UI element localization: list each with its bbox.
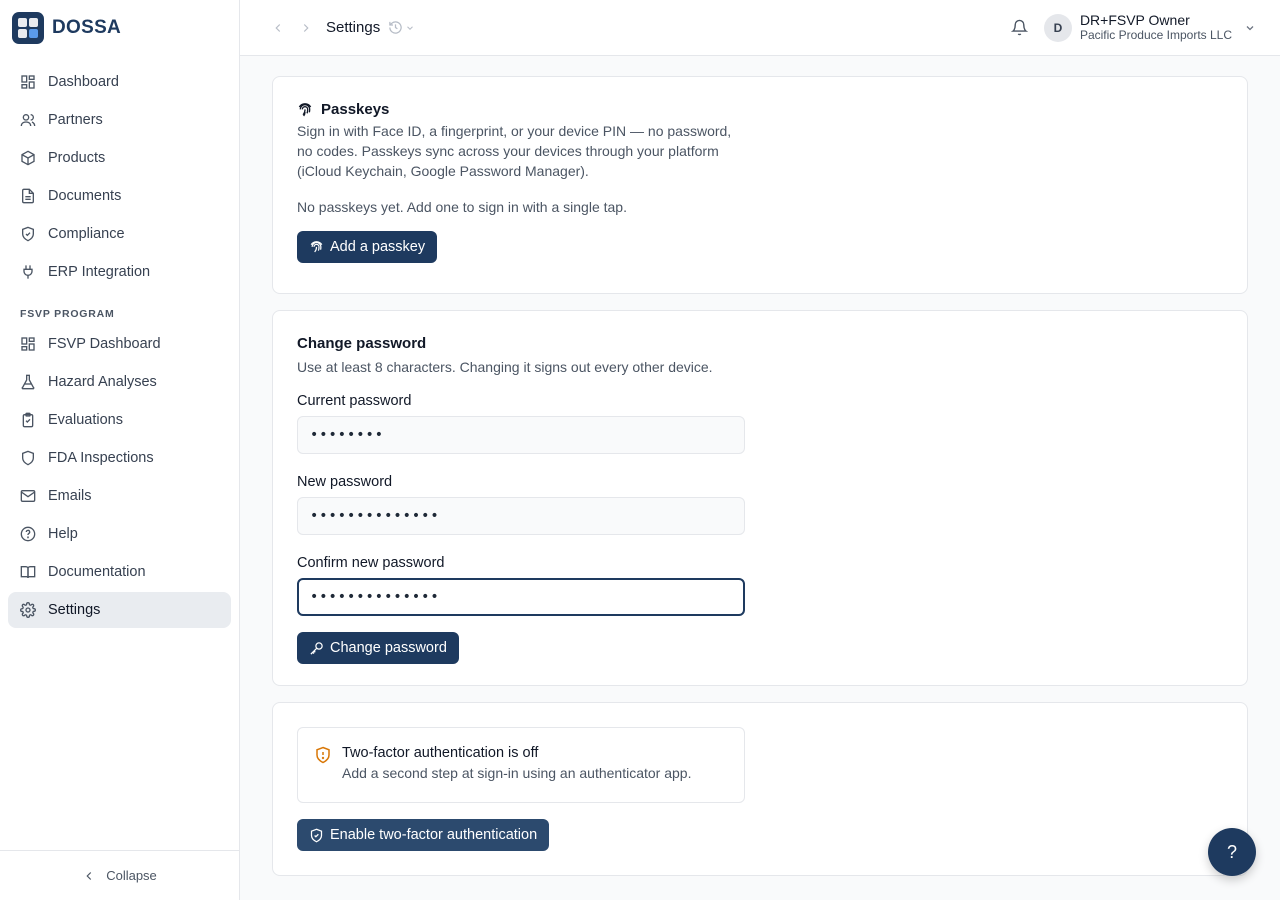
- dashboard-icon: [20, 336, 36, 352]
- fingerprint-icon: [297, 102, 313, 118]
- sidebar-item-settings[interactable]: Settings: [8, 592, 231, 628]
- box-icon: [20, 150, 36, 166]
- sidebar-item-hazard-analyses[interactable]: Hazard Analyses: [8, 364, 231, 400]
- users-icon: [20, 112, 36, 128]
- sidebar-item-documentation[interactable]: Documentation: [8, 554, 231, 590]
- shield-check-icon: [309, 828, 324, 843]
- sidebar-item-label: Documents: [48, 188, 122, 204]
- two-factor-alert-title: Two-factor authentication is off: [342, 745, 539, 761]
- sidebar-item-products[interactable]: Products: [8, 140, 231, 176]
- passkeys-heading: Passkeys: [297, 101, 1223, 118]
- two-factor-status-alert: Two-factor authentication is off Add a s…: [297, 727, 745, 803]
- change-password-title: Change password: [297, 335, 427, 352]
- help-fab-button[interactable]: ?: [1208, 828, 1256, 876]
- brand[interactable]: DOSSA: [0, 0, 239, 56]
- mail-icon: [20, 488, 36, 504]
- sidebar-item-label: Evaluations: [48, 412, 123, 428]
- sidebar-item-label: Compliance: [48, 226, 125, 242]
- sidebar-item-evaluations[interactable]: Evaluations: [8, 402, 231, 438]
- sidebar-item-fda-inspections[interactable]: FDA Inspections: [8, 440, 231, 476]
- sidebar-item-label: Dashboard: [48, 74, 119, 90]
- sidebar-item-help[interactable]: Help: [8, 516, 231, 552]
- sidebar-item-erp-integration[interactable]: ERP Integration: [8, 254, 231, 290]
- sidebar-item-dashboard[interactable]: Dashboard: [8, 64, 231, 100]
- flask-icon: [20, 374, 36, 390]
- clipboard-icon: [20, 412, 36, 428]
- confirm-password-label: Confirm new password: [297, 555, 445, 571]
- collapse-button[interactable]: Collapse: [0, 850, 239, 900]
- sidebar-item-label: Help: [48, 526, 78, 542]
- book-icon: [20, 564, 36, 580]
- passkeys-empty-note: No passkeys yet. Add one to sign in with…: [297, 199, 627, 215]
- current-password-label: Current password: [297, 393, 412, 409]
- forward-arrow-icon[interactable]: [292, 21, 320, 35]
- change-password-label: Change password: [330, 640, 447, 656]
- chevron-down-icon: [405, 23, 415, 33]
- sidebar-item-label: Hazard Analyses: [48, 374, 157, 390]
- shield-icon: [20, 450, 36, 466]
- history-icon: [388, 20, 403, 35]
- sidebar-item-label: FDA Inspections: [48, 450, 154, 466]
- topbar: Settings D DR+FSVP Owner Pacific Produce…: [240, 0, 1280, 56]
- sidebar-item-label: Documentation: [48, 564, 146, 580]
- enable-two-factor-button[interactable]: Enable two-factor authentication: [297, 819, 550, 851]
- confirm-password-input[interactable]: [297, 578, 745, 616]
- gear-icon: [20, 602, 36, 618]
- sidebar-item-label: Products: [48, 150, 106, 166]
- sidebar-section-label: FSVP PROGRAM: [20, 308, 115, 320]
- brand-name: DOSSA: [52, 17, 122, 38]
- user-name: DR+FSVP Owner: [1079, 12, 1190, 28]
- sidebar-item-label: Emails: [48, 488, 92, 504]
- sidebar-item-label: Partners: [48, 112, 103, 128]
- notifications-bell-icon[interactable]: [1010, 19, 1028, 36]
- two-factor-alert-description: Add a second step at sign-in using an au…: [342, 765, 692, 781]
- document-icon: [20, 188, 36, 204]
- change-password-description: Use at least 8 characters. Changing it s…: [297, 359, 713, 375]
- avatar[interactable]: D: [1043, 13, 1072, 42]
- sidebar-item-partners[interactable]: Partners: [8, 102, 231, 138]
- sidebar-item-emails[interactable]: Emails: [8, 478, 231, 514]
- help-circle-icon: [20, 526, 36, 542]
- passkeys-title: Passkeys: [321, 101, 390, 118]
- add-passkey-label: Add a passkey: [330, 239, 426, 255]
- key-icon: [309, 641, 324, 656]
- current-password-input[interactable]: [297, 416, 745, 454]
- settings-content: Passkeys Sign in with Face ID, a fingerp…: [240, 56, 1280, 900]
- two-factor-card: Two-factor authentication is off Add a s…: [272, 702, 1248, 876]
- sidebar-item-documents[interactable]: Documents: [8, 178, 231, 214]
- change-password-card: Change password Use at least 8 character…: [272, 310, 1248, 686]
- sidebar: DOSSA Dashboard Partners Products Docume…: [0, 0, 240, 900]
- history-dropdown[interactable]: [388, 20, 415, 35]
- new-password-label: New password: [297, 474, 393, 490]
- page-title: Settings: [326, 19, 381, 36]
- enable-two-factor-label: Enable two-factor authentication: [330, 827, 538, 843]
- sidebar-item-fsvp-dashboard[interactable]: FSVP Dashboard: [8, 326, 231, 362]
- logo-icon: [12, 12, 44, 44]
- sidebar-item-label: Settings: [48, 602, 101, 618]
- passkeys-description: Sign in with Face ID, a fingerprint, or …: [297, 123, 732, 179]
- fingerprint-icon: [309, 240, 324, 255]
- dashboard-icon: [20, 74, 36, 90]
- chevron-left-icon: [82, 869, 96, 883]
- sidebar-item-label: ERP Integration: [48, 264, 151, 280]
- back-arrow-icon[interactable]: [264, 21, 292, 35]
- collapse-label: Collapse: [106, 868, 157, 883]
- change-password-button[interactable]: Change password: [297, 632, 459, 664]
- passkeys-card: Passkeys Sign in with Face ID, a fingerp…: [272, 76, 1248, 294]
- plug-icon: [20, 264, 36, 280]
- sidebar-item-compliance[interactable]: Compliance: [8, 216, 231, 252]
- add-passkey-button[interactable]: Add a passkey: [297, 231, 438, 263]
- new-password-input[interactable]: [297, 497, 745, 535]
- warning-shield-icon: [314, 746, 332, 785]
- chevron-down-icon[interactable]: [1244, 22, 1256, 34]
- shield-check-icon: [20, 226, 36, 242]
- sidebar-nav: Dashboard Partners Products Documents Co…: [0, 56, 239, 628]
- user-org: Pacific Produce Imports LLC: [1079, 28, 1232, 42]
- user-menu[interactable]: DR+FSVP Owner Pacific Produce Imports LL…: [1079, 12, 1232, 43]
- sidebar-item-label: FSVP Dashboard: [48, 336, 161, 352]
